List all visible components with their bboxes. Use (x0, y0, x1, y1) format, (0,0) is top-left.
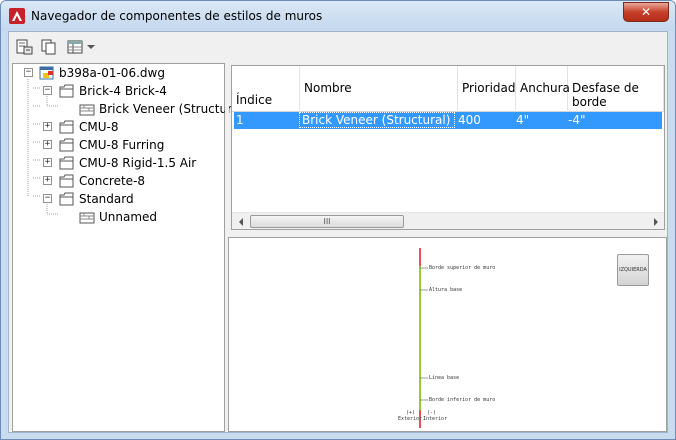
tree-item-label: Concrete-8 (79, 174, 146, 188)
tree-item-label: Standard (79, 192, 134, 206)
horizontal-scrollbar[interactable]: III (232, 212, 664, 229)
column-header-edge-offset[interactable]: Desfase de borde (568, 66, 664, 112)
column-header-name[interactable]: Nombre (300, 66, 458, 112)
scroll-thumb[interactable]: III (250, 215, 404, 228)
column-header-width[interactable]: Anchura (516, 66, 570, 112)
tree-item-cmu-8[interactable]: + CMU-8 (13, 118, 224, 136)
window-title: Navegador de componentes de estilos de m… (31, 9, 323, 23)
tree-item-cmu-8-furring[interactable]: + CMU-8 Furring (13, 136, 224, 154)
table-view-button[interactable] (65, 38, 85, 56)
tree-expander[interactable]: + (43, 140, 52, 149)
column-header-index[interactable]: Índice (232, 66, 300, 112)
tree-expander[interactable]: − (43, 194, 52, 203)
tree-item-concrete-8[interactable]: + Concrete-8 (13, 172, 224, 190)
tree-item-brick-veneer[interactable]: Brick Veneer (Structural) (13, 100, 247, 118)
tree-expander[interactable]: + (43, 158, 52, 167)
wall-style-folder-icon (59, 156, 74, 170)
grid-header: Índice Nombre Prioridad Anchura Desfase … (232, 66, 664, 112)
tree-item-label: CMU-8 Furring (79, 138, 165, 152)
tree-item-unnamed[interactable]: Unnamed (13, 208, 224, 226)
view-side-button[interactable]: IZQUIERDA (617, 254, 649, 286)
tree-expander[interactable]: + (43, 122, 52, 131)
toolbar (9, 32, 667, 62)
wall-style-folder-icon (59, 192, 74, 206)
close-button[interactable]: ✕ (623, 2, 669, 22)
copy-button[interactable] (39, 38, 59, 56)
cell-priority: 400 (458, 113, 481, 127)
tree-item-brick-4[interactable]: − Brick-4 Brick-4 (13, 82, 224, 100)
tree-expander[interactable]: + (43, 176, 52, 185)
label-exterior: Exterior (398, 416, 423, 422)
label-base-height: Altura base (429, 287, 463, 293)
dialog-client-area: − b398a-01-06.dwg − Brick-4 Brick-4 Bric… (8, 31, 668, 433)
wall-component-icon (79, 104, 95, 116)
scroll-left-button[interactable] (232, 213, 249, 230)
table-row[interactable]: 1 Brick Veneer (Structural) 400 4" -4" (234, 112, 662, 129)
copy-icon (41, 39, 56, 55)
scroll-right-button[interactable] (647, 213, 664, 230)
tree-item-label: CMU-8 Rigid-1.5 Air (79, 156, 197, 170)
tree-item-label: Unnamed (99, 210, 158, 224)
arrow-right-icon (653, 217, 658, 226)
wall-preview-pane: Borde superior de muro Altura base Línea… (228, 237, 667, 432)
tree-expander[interactable]: − (24, 68, 33, 77)
cell-name[interactable]: Brick Veneer (Structural) (299, 112, 455, 128)
close-icon: ✕ (640, 5, 652, 19)
table-view-icon (67, 40, 83, 54)
tree-root-item[interactable]: − b398a-01-06.dwg (13, 64, 224, 82)
tree-expander[interactable]: − (43, 86, 52, 95)
label-bottom-edge: Borde inferior de muro (429, 397, 496, 403)
wall-style-folder-icon (59, 174, 74, 188)
arrow-left-icon (238, 217, 243, 226)
autocad-logo-icon (9, 8, 25, 24)
grip-icon: III (323, 217, 331, 226)
new-wall-style-button[interactable] (15, 38, 35, 56)
tree-item-cmu-8-rigid[interactable]: + CMU-8 Rigid-1.5 Air (13, 154, 224, 172)
cell-index: 1 (236, 113, 244, 127)
label-baseline: Línea base (429, 375, 460, 381)
dropdown-arrow-icon (87, 45, 95, 49)
wall-component-icon (79, 212, 95, 224)
wall-style-folder-icon (59, 138, 74, 152)
view-dropdown-button[interactable] (85, 38, 97, 56)
cell-width: 4" (516, 113, 530, 127)
label-top-edge: Borde superior de muro (429, 265, 496, 271)
column-header-priority[interactable]: Prioridad (458, 66, 516, 112)
components-grid[interactable]: Índice Nombre Prioridad Anchura Desfase … (231, 65, 665, 230)
tree-item-label: Brick-4 Brick-4 (79, 84, 167, 98)
tree-item-label: CMU-8 (79, 120, 119, 134)
tree-root-label: b398a-01-06.dwg (59, 66, 165, 80)
wall-style-folder-icon (59, 84, 74, 98)
wall-style-folder-icon (59, 120, 74, 134)
cell-edge-offset: -4" (568, 113, 586, 127)
drawing-file-icon (39, 66, 54, 80)
label-interior: Interior (423, 416, 448, 422)
new-wall-style-icon (16, 39, 33, 55)
dialog-window: Navegador de componentes de estilos de m… (0, 0, 676, 440)
wall-style-tree[interactable]: − b398a-01-06.dwg − Brick-4 Brick-4 Bric… (12, 63, 247, 432)
title-bar[interactable]: Navegador de componentes de estilos de m… (1, 1, 675, 31)
tree-item-standard[interactable]: − Standard (13, 190, 224, 208)
